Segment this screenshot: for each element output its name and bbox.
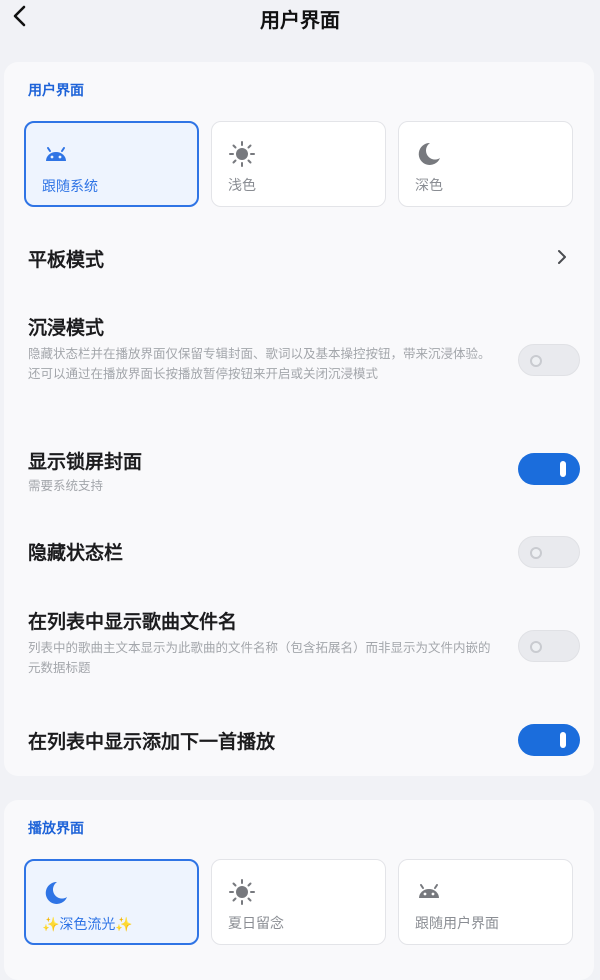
section-title-player: 播放界面: [28, 821, 84, 837]
immersive-mode-toggle[interactable]: [518, 344, 580, 376]
lockscreen-cover-description: 需要系统支持: [28, 478, 104, 493]
android-icon: [419, 884, 439, 898]
immersive-mode-description: 隐藏状态栏并在播放界面仅保留专辑封面、歌词以及基本操控按钮，带来沉浸体验。还可以…: [28, 346, 491, 381]
section-title-ui: 用户界面: [28, 83, 84, 99]
player-settings-card: 播放界面 ✨深色流光✨ 夏日留念 跟随用户界面: [4, 800, 594, 980]
hide-status-bar-title: 隐藏状态栏: [28, 542, 124, 564]
theme-option-follow-system[interactable]: 跟随系统: [24, 121, 199, 207]
theme-option-dark[interactable]: 深色: [398, 121, 573, 207]
moon-icon: [418, 142, 440, 165]
page-title: 用户界面: [260, 8, 340, 32]
show-filename-title: 在列表中显示歌曲文件名: [28, 611, 238, 633]
player-option-label: 夏日留念: [228, 916, 284, 932]
player-option-follow-ui[interactable]: 跟随用户界面: [398, 859, 573, 945]
show-filename-description: 列表中的歌曲主文本显示为此歌曲的文件名称（包含拓展名）而非显示为文件内嵌的元数据…: [28, 640, 491, 675]
theme-option-label: 深色: [415, 178, 443, 194]
sun-icon: [229, 879, 255, 905]
android-icon: [46, 147, 66, 161]
theme-option-label: 跟随系统: [42, 179, 98, 195]
player-option-label: ✨深色流光✨: [42, 917, 133, 933]
lockscreen-cover-toggle[interactable]: [518, 453, 580, 485]
theme-option-label: 浅色: [228, 178, 256, 194]
theme-option-light[interactable]: 浅色: [211, 121, 386, 207]
tablet-mode-row[interactable]: 平板模式: [28, 245, 104, 272]
show-filename-toggle[interactable]: [518, 630, 580, 662]
show-play-next-title: 在列表中显示添加下一首播放: [28, 731, 276, 753]
sun-icon: [229, 141, 255, 167]
ui-settings-card: 用户界面 跟随系统 浅色 深色 平板模式 沉浸模式 隐藏状态栏并在播放界面仅保留…: [4, 62, 594, 776]
lockscreen-cover-title: 显示锁屏封面: [28, 451, 143, 473]
player-option-dark-flow[interactable]: ✨深色流光✨: [24, 859, 199, 945]
chevron-right-icon[interactable]: [555, 248, 569, 266]
moon-icon: [45, 881, 67, 904]
hide-status-bar-toggle[interactable]: [518, 536, 580, 568]
player-option-label: 跟随用户界面: [415, 916, 499, 932]
show-play-next-toggle[interactable]: [518, 724, 580, 756]
top-app-bar: 用户界面: [0, 0, 600, 40]
immersive-mode-title: 沉浸模式: [28, 317, 105, 339]
player-option-summer-memory[interactable]: 夏日留念: [211, 859, 386, 945]
